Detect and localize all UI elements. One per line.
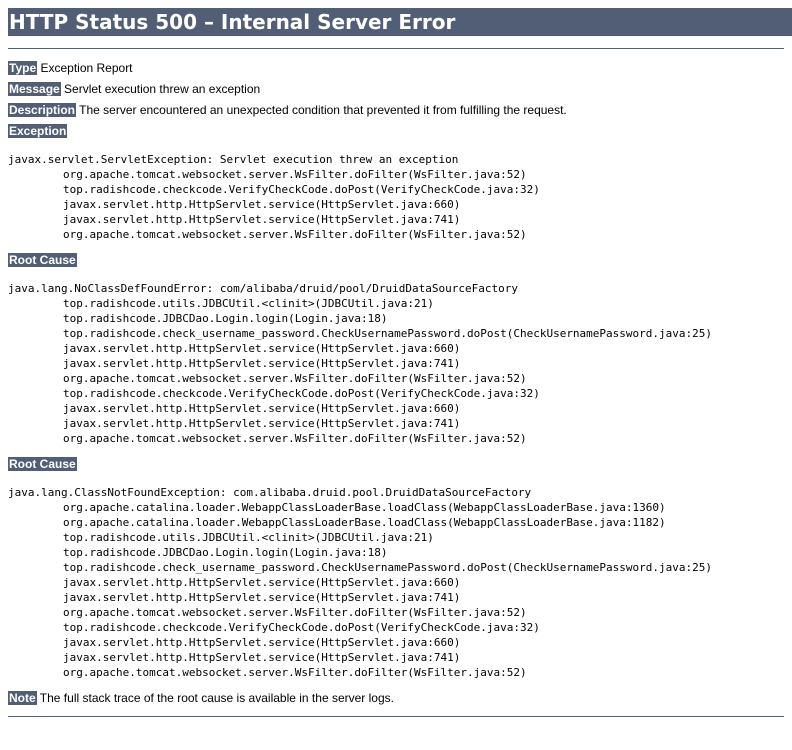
page-title: HTTP Status 500 – Internal Server Error: [8, 8, 792, 36]
stack-frame: top.radishcode.checkcode.VerifyCheckCode…: [63, 387, 540, 400]
message-row: Message Servlet execution threw an excep…: [8, 82, 784, 97]
stack-frame: javax.servlet.http.HttpServlet.service(H…: [63, 342, 461, 355]
type-label: Type: [8, 61, 38, 75]
description-label: Description: [8, 103, 77, 117]
divider: [8, 48, 784, 49]
stack-frame: javax.servlet.http.HttpServlet.service(H…: [63, 417, 461, 430]
note-label: Note: [8, 691, 37, 705]
stack-frame: javax.servlet.http.HttpServlet.service(H…: [63, 636, 461, 649]
stack-frame: javax.servlet.http.HttpServlet.service(H…: [63, 402, 461, 415]
stack-frame: org.apache.catalina.loader.WebappClassLo…: [63, 516, 666, 529]
root-cause-frames: org.apache.catalina.loader.WebappClassLo…: [8, 500, 784, 680]
description-value: The server encountered an unexpected con…: [79, 103, 567, 117]
stack-frame: top.radishcode.checkcode.VerifyCheckCode…: [63, 621, 540, 634]
stack-frame: javax.servlet.http.HttpServlet.service(H…: [63, 651, 461, 664]
stack-frame: org.apache.tomcat.websocket.server.WsFil…: [63, 666, 527, 679]
root-cause-frames: top.radishcode.utils.JDBCUtil.<clinit>(J…: [8, 296, 784, 446]
root-cause-heading: Root Cause: [8, 457, 77, 471]
root-cause-stack-trace: java.lang.NoClassDefFoundError: com/alib…: [8, 281, 784, 446]
stack-frame: org.apache.tomcat.websocket.server.WsFil…: [63, 168, 527, 181]
stack-frame: org.apache.tomcat.websocket.server.WsFil…: [63, 228, 527, 241]
stack-frame: top.radishcode.utils.JDBCUtil.<clinit>(J…: [63, 531, 434, 544]
exception-heading: Exception: [8, 124, 68, 138]
root-cause-stack-trace: java.lang.ClassNotFoundException: com.al…: [8, 485, 784, 680]
stack-frame: top.radishcode.checkcode.VerifyCheckCode…: [63, 183, 540, 196]
note-row: Note The full stack trace of the root ca…: [8, 691, 784, 706]
stack-frame: javax.servlet.http.HttpServlet.service(H…: [63, 357, 461, 370]
divider: [8, 716, 784, 717]
stack-frame: org.apache.catalina.loader.WebappClassLo…: [63, 501, 666, 514]
message-value: Servlet execution threw an exception: [64, 82, 261, 96]
exception-frames: org.apache.tomcat.websocket.server.WsFil…: [8, 167, 784, 242]
stack-frame: javax.servlet.http.HttpServlet.service(H…: [63, 198, 461, 211]
description-row: Description The server encountered an un…: [8, 103, 784, 118]
stack-frame: javax.servlet.http.HttpServlet.service(H…: [63, 591, 461, 604]
stack-frame: javax.servlet.http.HttpServlet.service(H…: [63, 576, 461, 589]
stack-frame: top.radishcode.check_username_password.C…: [63, 561, 713, 574]
type-value: Exception Report: [40, 61, 133, 75]
stack-frame: top.radishcode.JDBCDao.Login.login(Login…: [63, 546, 388, 559]
stack-frame: top.radishcode.utils.JDBCUtil.<clinit>(J…: [63, 297, 434, 310]
stack-frame: org.apache.tomcat.websocket.server.WsFil…: [63, 432, 527, 445]
root-cause-first-line: java.lang.NoClassDefFoundError: com/alib…: [8, 282, 518, 295]
root-cause-heading: Root Cause: [8, 253, 77, 267]
stack-frame: top.radishcode.JDBCDao.Login.login(Login…: [63, 312, 388, 325]
stack-frame: top.radishcode.check_username_password.C…: [63, 327, 713, 340]
message-label: Message: [8, 82, 61, 96]
exception-stack-trace: javax.servlet.ServletException: Servlet …: [8, 152, 784, 242]
stack-frame: javax.servlet.http.HttpServlet.service(H…: [63, 213, 461, 226]
stack-frame: org.apache.tomcat.websocket.server.WsFil…: [63, 606, 527, 619]
root-cause-first-line: java.lang.ClassNotFoundException: com.al…: [8, 486, 532, 499]
type-row: Type Exception Report: [8, 61, 784, 76]
exception-first-line: javax.servlet.ServletException: Servlet …: [8, 153, 459, 166]
note-value: The full stack trace of the root cause i…: [39, 691, 394, 705]
stack-frame: org.apache.tomcat.websocket.server.WsFil…: [63, 372, 527, 385]
error-page: HTTP Status 500 – Internal Server Error …: [0, 0, 792, 717]
